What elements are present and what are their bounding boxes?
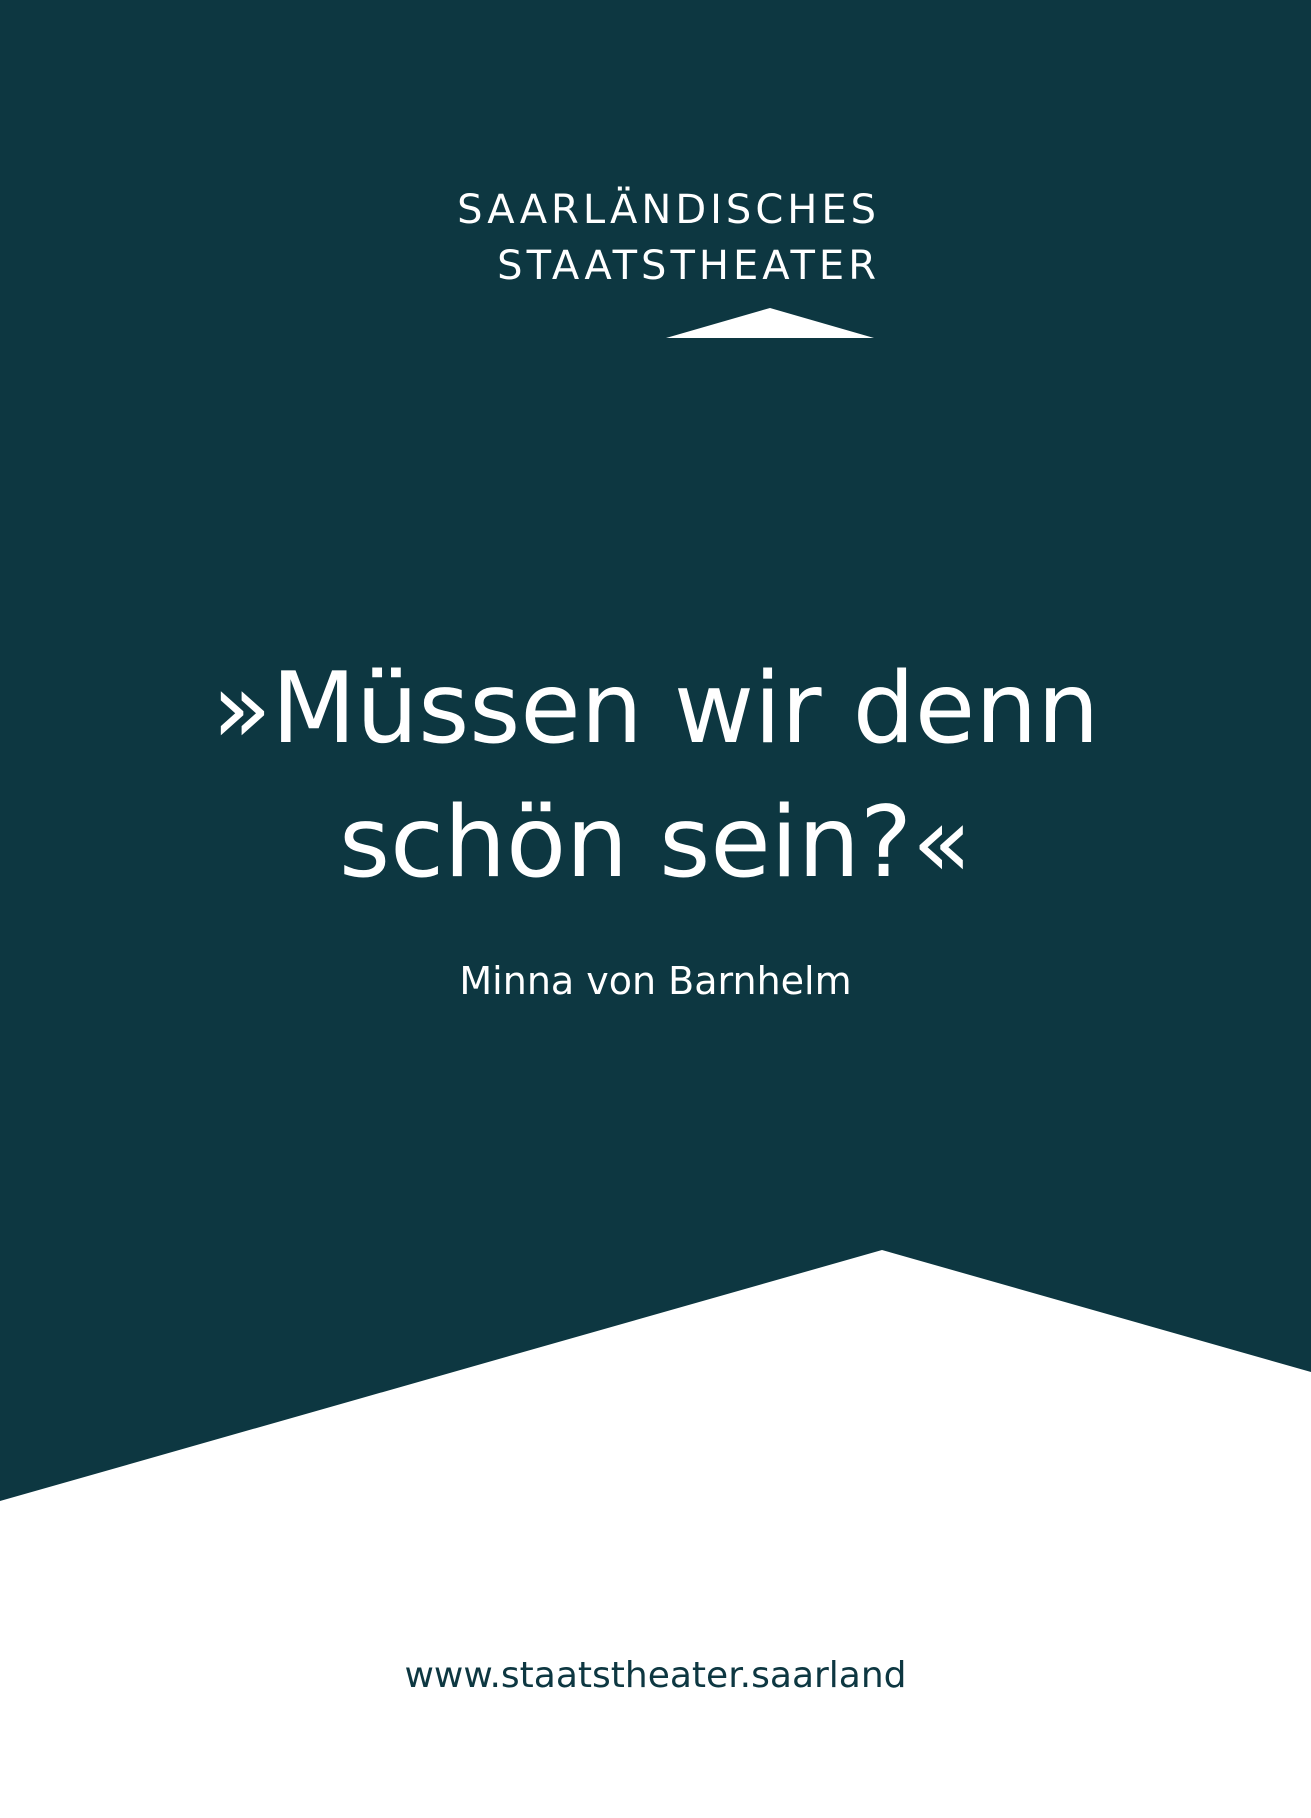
poster: SAARLÄNDISCHES STAATSTHEATER »Müssen wir… xyxy=(0,0,1311,1818)
quote-headline: »Müssen wir denn schön sein?« xyxy=(0,642,1311,910)
website-url: www.staatstheater.saarland xyxy=(404,1655,907,1696)
quote-attribution: Minna von Barnhelm xyxy=(459,959,852,1003)
logo-roof-icon xyxy=(666,308,874,338)
quote-line-1: »Müssen wir denn xyxy=(211,652,1100,766)
quote-line-2: schön sein?« xyxy=(339,786,972,900)
logo-line-1: SAARLÄNDISCHES xyxy=(457,187,880,233)
theater-logo: SAARLÄNDISCHES STAATSTHEATER xyxy=(420,182,880,294)
logo-line-2: STAATSTHEATER xyxy=(497,243,880,289)
